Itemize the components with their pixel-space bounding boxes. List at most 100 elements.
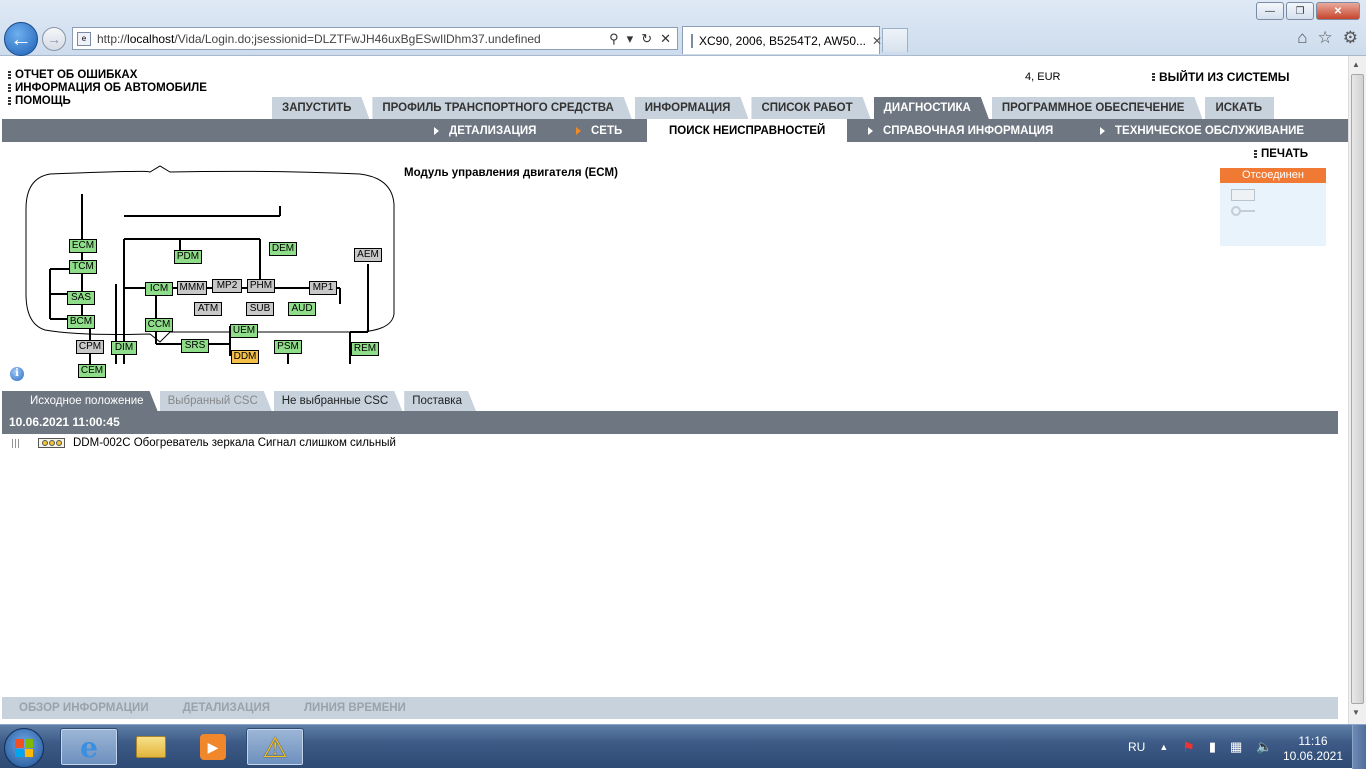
clock-time: 11:16: [1298, 734, 1328, 748]
favorites-star-icon[interactable]: ☆: [1318, 28, 1333, 48]
close-tab-icon[interactable]: ✕: [872, 34, 882, 48]
taskbar-warning-button[interactable]: ⚠: [246, 728, 304, 766]
search-icon[interactable]: ⚲: [609, 31, 619, 47]
tab-unselected-csc[interactable]: Не выбранные CSC: [274, 391, 403, 411]
show-desktop-button[interactable]: [1352, 725, 1366, 769]
close-window-button[interactable]: ✕: [1316, 2, 1360, 20]
network-node-ccm[interactable]: CCM: [145, 318, 173, 332]
forward-button[interactable]: →: [42, 27, 66, 51]
network-node-pdm[interactable]: PDM: [174, 250, 202, 264]
info-icon[interactable]: i: [10, 367, 24, 381]
tab-start[interactable]: ЗАПУСТИТЬ: [272, 97, 369, 119]
network-node-rem[interactable]: REM: [351, 342, 379, 356]
network-node-tcm[interactable]: TCM: [69, 260, 97, 274]
back-button[interactable]: ←: [4, 22, 38, 56]
action-center-flag-icon[interactable]: ⚑: [1182, 739, 1195, 756]
network-node-sub[interactable]: SUB: [246, 302, 274, 316]
system-clock[interactable]: 11:16 10.06.2021: [1278, 734, 1348, 764]
tab-software[interactable]: ПРОГРАММНОЕ ОБЕСПЕЧЕНИЕ: [992, 97, 1203, 119]
network-node-ecm[interactable]: ECM: [69, 239, 97, 253]
nav-timeline[interactable]: ЛИНИЯ ВРЕМЕНИ: [287, 702, 423, 714]
network-node-aem[interactable]: AEM: [354, 248, 382, 262]
error-report-label[interactable]: ОТЧЕТ ОБ ОШИБКАХ: [15, 69, 137, 82]
subnav-network[interactable]: СЕТЬ: [576, 119, 622, 142]
vehicle-info-link[interactable]: ИНФОРМАЦИЯ ОБ АВТОМОБИЛЕ: [8, 82, 207, 95]
drag-handle-icon[interactable]: [12, 438, 20, 448]
new-tab-button[interactable]: [882, 28, 908, 52]
network-node-icm[interactable]: ICM: [145, 282, 173, 296]
tab-selected-csc[interactable]: Выбранный CSC: [160, 391, 272, 411]
scroll-down-icon[interactable]: ▼: [1352, 708, 1360, 717]
table-row[interactable]: DDM-002C Обогреватель зеркала Сигнал сли…: [12, 437, 396, 449]
scroll-up-icon[interactable]: ▲: [1352, 60, 1360, 69]
network-node-dem[interactable]: DEM: [269, 242, 297, 256]
taskbar-explorer-button[interactable]: [122, 728, 180, 766]
scroll-thumb[interactable]: [1351, 74, 1364, 704]
browser-tab[interactable]: XC90, 2006, B5254T2, AW50... ✕: [682, 26, 882, 54]
refresh-icon[interactable]: ↻: [641, 31, 652, 47]
top-links: ОТЧЕТ ОБ ОШИБКАХ ИНФОРМАЦИЯ ОБ АВТОМОБИЛ…: [8, 69, 207, 108]
nav-details[interactable]: ДЕТАЛИЗАЦИЯ: [166, 702, 287, 714]
help-label[interactable]: ПОМОЩЬ: [15, 95, 71, 108]
tab-delivery[interactable]: Поставка: [404, 391, 476, 411]
tab-page-icon: [691, 33, 693, 48]
network-node-mp2[interactable]: MP2: [212, 279, 242, 293]
network-icon[interactable]: ▦: [1230, 739, 1242, 755]
subnav-reference-label: СПРАВОЧНАЯ ИНФОРМАЦИЯ: [883, 124, 1054, 137]
tab-search[interactable]: ИСКАТЬ: [1205, 97, 1275, 119]
network-node-ddm[interactable]: DDM: [231, 350, 259, 364]
maximize-button[interactable]: ❐: [1286, 2, 1314, 20]
nav-info-overview[interactable]: ОБЗОР ИНФОРМАЦИИ: [2, 702, 166, 714]
dropdown-icon[interactable]: ▾: [627, 31, 634, 47]
language-indicator[interactable]: RU: [1128, 740, 1145, 754]
taskbar-ie-button[interactable]: e: [60, 728, 118, 766]
address-url[interactable]: http://localhost/Vida/Login.do;jsessioni…: [97, 32, 541, 46]
logout-link[interactable]: ВЫЙТИ ИЗ СИСТЕМЫ: [1152, 70, 1290, 84]
help-link[interactable]: ПОМОЩЬ: [8, 95, 207, 108]
arrow-right-icon: →: [47, 31, 61, 47]
network-node-psm[interactable]: PSM: [274, 340, 302, 354]
tab-information[interactable]: ИНФОРМАЦИЯ: [635, 97, 749, 119]
usb-device-icon[interactable]: ▮: [1209, 739, 1216, 755]
gear-icon[interactable]: ⚙: [1343, 28, 1358, 48]
vehicle-info-label[interactable]: ИНФОРМАЦИЯ ОБ АВТОМОБИЛЕ: [15, 82, 207, 95]
network-node-srs[interactable]: SRS: [181, 339, 209, 353]
subnav-reference-info[interactable]: СПРАВОЧНАЯ ИНФОРМАЦИЯ: [868, 119, 1053, 142]
network-node-bcm[interactable]: BCM: [67, 315, 95, 329]
logout-label[interactable]: ВЫЙТИ ИЗ СИСТЕМЫ: [1159, 70, 1290, 84]
vertical-scrollbar[interactable]: ▲ ▼: [1348, 56, 1366, 724]
error-report-link[interactable]: ОТЧЕТ ОБ ОШИБКАХ: [8, 69, 207, 82]
volume-icon[interactable]: 🔈: [1256, 739, 1272, 755]
subnav-fault-tracing[interactable]: ПОИСК НЕИСПРАВНОСТЕЙ: [647, 119, 848, 142]
home-icon[interactable]: ⌂: [1297, 28, 1307, 48]
tab-diagnostics[interactable]: ДИАГНОСТИКА: [874, 97, 989, 119]
show-hidden-icons-icon[interactable]: ▲: [1159, 742, 1168, 752]
taskbar-media-button[interactable]: ▶: [184, 728, 242, 766]
stop-icon[interactable]: ✕: [660, 31, 671, 47]
network-node-aud[interactable]: AUD: [288, 302, 316, 316]
currency-display: 4, EUR: [1025, 71, 1061, 83]
address-bar[interactable]: e http://localhost/Vida/Login.do;jsessio…: [72, 27, 678, 50]
grip-dots-icon: [8, 71, 11, 80]
network-node-atm[interactable]: ATM: [194, 302, 222, 316]
tab-work-list[interactable]: СПИСОК РАБОТ: [751, 97, 870, 119]
subnav-maintenance[interactable]: ТЕХНИЧЕСКОЕ ОБСЛУЖИВАНИЕ: [1100, 119, 1304, 142]
tab-initial-position[interactable]: Исходное положение: [2, 391, 158, 411]
browser-chrome: — ❐ ✕ ← → e http://localhost/Vida/Login.…: [0, 0, 1366, 56]
network-node-cpm[interactable]: CPM: [76, 340, 104, 354]
print-label[interactable]: ПЕЧАТЬ: [1261, 148, 1308, 160]
network-node-mp1[interactable]: MP1: [309, 281, 337, 295]
network-node-sas[interactable]: SAS: [67, 291, 95, 305]
subnav-details[interactable]: ДЕТАЛИЗАЦИЯ: [434, 119, 536, 142]
network-node-phm[interactable]: PHM: [247, 279, 275, 293]
network-node-dim[interactable]: DIM: [111, 341, 137, 355]
network-node-uem[interactable]: UEM: [230, 324, 258, 338]
start-button[interactable]: [4, 728, 44, 768]
print-link[interactable]: ПЕЧАТЬ: [1254, 148, 1308, 160]
minimize-button[interactable]: —: [1256, 2, 1284, 20]
tab-vehicle-profile[interactable]: ПРОФИЛЬ ТРАНСПОРТНОГО СРЕДСТВА: [372, 97, 631, 119]
network-node-cem[interactable]: CEM: [78, 364, 106, 378]
arrow-left-icon: ←: [10, 26, 32, 51]
network-node-mmm[interactable]: MMM: [177, 281, 207, 295]
folder-icon: [136, 736, 166, 758]
